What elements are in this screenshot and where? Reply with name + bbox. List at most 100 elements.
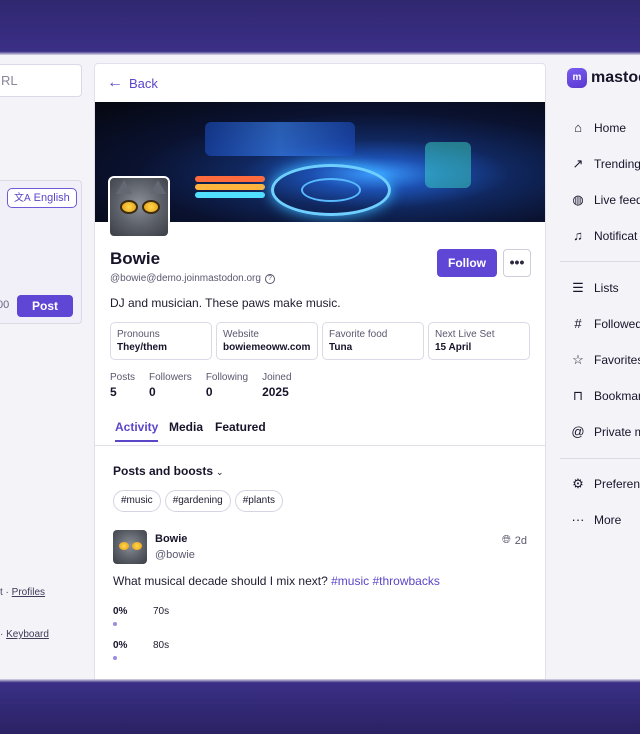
nav-divider bbox=[560, 458, 640, 459]
profile-avatar[interactable] bbox=[108, 176, 170, 238]
back-label: Back bbox=[129, 75, 158, 91]
poll-percent: 0% bbox=[113, 606, 128, 617]
profile-field: Pronouns They/them bbox=[110, 322, 212, 360]
stat-value: 0 bbox=[149, 385, 156, 399]
ellipsis-icon: ··· bbox=[571, 512, 585, 527]
poll-label: 80s bbox=[153, 640, 170, 651]
field-key: Pronouns bbox=[117, 329, 160, 340]
nav-label: Private m bbox=[594, 424, 640, 439]
globe-icon: ◍ bbox=[572, 192, 584, 207]
app-screen: RL 文A English 00 Post t · Profiles · Keyb… bbox=[0, 56, 640, 679]
field-value: 15 April bbox=[435, 342, 472, 353]
handle-text: @bowie@demo.joinmastodon.org bbox=[110, 273, 261, 284]
profiles-link[interactable]: Profiles bbox=[12, 587, 45, 598]
trending-icon: ↗ bbox=[572, 156, 584, 171]
stat-key: Following bbox=[205, 372, 249, 383]
nav-lists[interactable]: ☰ Lists bbox=[570, 280, 619, 296]
globe-icon: 🌐︎ bbox=[501, 534, 511, 546]
brand-wordmark: mastodo bbox=[591, 69, 640, 86]
left-column: RL 文A English 00 Post t · Profiles · Keyb… bbox=[0, 56, 88, 679]
list-icon: ☰ bbox=[572, 280, 584, 295]
footer-links-1: t · Profiles bbox=[0, 587, 45, 598]
stat-value: 0 bbox=[205, 385, 213, 399]
nav-label: Preferenc bbox=[594, 477, 640, 491]
nav-live-feed[interactable]: ◍ Live feed bbox=[570, 192, 640, 208]
nav-divider bbox=[560, 261, 640, 262]
stat-value: 5 bbox=[110, 385, 117, 399]
bookmark-icon: ⊓ bbox=[572, 388, 584, 403]
stat-following[interactable]: Following 0 bbox=[206, 372, 248, 399]
stat-key: Joined bbox=[262, 372, 292, 383]
language-label: English bbox=[33, 192, 70, 204]
nav-label: Notificat bbox=[594, 228, 638, 243]
filter-label: Posts and boosts bbox=[113, 464, 214, 478]
profile-fields: Pronouns They/them Website bowiemeoww.com … bbox=[110, 322, 530, 360]
posts-filter-dropdown[interactable]: Posts and boosts ⌄ bbox=[113, 464, 224, 478]
nav-preferences[interactable]: ⚙ Preferenc bbox=[570, 476, 640, 492]
char-count: 00 bbox=[0, 299, 10, 311]
nav-favorites[interactable]: ☆ Favorites bbox=[570, 352, 640, 368]
tag-chips: #music #gardening #plants bbox=[113, 490, 283, 512]
gear-icon: ⚙ bbox=[572, 476, 584, 491]
tag-chip[interactable]: #music bbox=[113, 490, 161, 512]
translate-icon: 文A bbox=[14, 193, 31, 204]
more-options-button[interactable]: ••• bbox=[503, 249, 531, 277]
hashtag-link[interactable]: #music bbox=[331, 574, 369, 588]
nav-label: Followed bbox=[594, 316, 640, 331]
tab-featured[interactable]: Featured bbox=[215, 420, 266, 434]
poll-option[interactable]: 0% 80s bbox=[113, 640, 313, 674]
nav-label: Lists bbox=[594, 281, 619, 295]
help-icon[interactable]: ? bbox=[264, 273, 275, 284]
profile-column: ← Back Bowie @bowie@demo.joinmastodon.or… bbox=[94, 63, 546, 679]
nav-label: Favorites bbox=[594, 353, 640, 367]
stat-followers[interactable]: Followers 0 bbox=[149, 372, 192, 399]
stat-joined: Joined 2025 bbox=[262, 372, 291, 399]
nav-more[interactable]: ··· More bbox=[570, 512, 622, 527]
stat-key: Followers bbox=[149, 372, 192, 383]
tab-activity[interactable]: Activity bbox=[115, 420, 159, 442]
footer-links-2: · Keyboard bbox=[0, 629, 49, 640]
search-input[interactable]: RL bbox=[0, 64, 82, 97]
time-text: 2d bbox=[514, 534, 527, 547]
nav-private-mentions[interactable]: @ Private m bbox=[570, 424, 640, 439]
tag-chip[interactable]: #gardening bbox=[164, 490, 231, 512]
nav-label: Trending bbox=[594, 157, 640, 171]
follow-button[interactable]: Follow bbox=[437, 249, 497, 277]
stat-posts[interactable]: Posts 5 bbox=[110, 372, 135, 399]
nav-home[interactable]: ⌂ Home bbox=[570, 120, 626, 135]
hash-icon: # bbox=[574, 316, 582, 331]
status-text: What musical decade should I mix next? #… bbox=[113, 574, 440, 588]
compose-panel: 文A English 00 Post bbox=[0, 180, 82, 324]
nav-notifications[interactable]: ♫ Notificat bbox=[570, 228, 637, 243]
status-time[interactable]: 🌐︎ 2d bbox=[502, 534, 527, 547]
stat-value: 2025 bbox=[262, 385, 289, 399]
hashtag-link[interactable]: #throwbacks bbox=[372, 574, 439, 588]
mastodon-logo[interactable]: m mastodo bbox=[567, 68, 640, 88]
profile-field: Next Live Set 15 April bbox=[428, 322, 530, 360]
poll: 0% 70s 0% 80s bbox=[113, 606, 313, 674]
nav-label: Home bbox=[594, 120, 627, 135]
status-handle: @bowie bbox=[155, 549, 195, 561]
status-avatar[interactable] bbox=[113, 530, 147, 564]
status-author[interactable]: Bowie bbox=[155, 533, 187, 545]
nav-label: Live feed bbox=[594, 193, 640, 207]
nav-trending[interactable]: ↗ Trending bbox=[570, 156, 640, 172]
post-button[interactable]: Post bbox=[17, 295, 73, 317]
field-value: Tuna bbox=[329, 342, 353, 353]
keyboard-link[interactable]: Keyboard bbox=[6, 629, 49, 640]
home-icon: ⌂ bbox=[574, 120, 582, 135]
navigation-column: m mastodo ⌂ Home ↗ Trending ◍ Live feed ♫ No… bbox=[552, 56, 640, 679]
tag-chip[interactable]: #plants bbox=[234, 490, 283, 512]
nav-bookmarks[interactable]: ⊓ Bookmar bbox=[570, 388, 640, 404]
language-button[interactable]: 文A English bbox=[7, 188, 77, 208]
profile-stats: Posts 5 Followers 0 Following 0 Joined 2025 bbox=[110, 372, 292, 399]
tab-media[interactable]: Media bbox=[169, 420, 203, 434]
back-button[interactable]: ← Back bbox=[107, 74, 158, 92]
poll-option[interactable]: 0% 70s bbox=[113, 606, 313, 640]
nav-label: More bbox=[594, 512, 622, 527]
nav-followed-hashtags[interactable]: # Followed bbox=[570, 316, 640, 331]
stat-key: Posts bbox=[110, 372, 136, 383]
field-key: Favorite food bbox=[329, 329, 388, 340]
field-value[interactable]: bowiemeoww.com bbox=[223, 342, 311, 353]
status-text-body: What musical decade should I mix next? bbox=[113, 574, 332, 588]
